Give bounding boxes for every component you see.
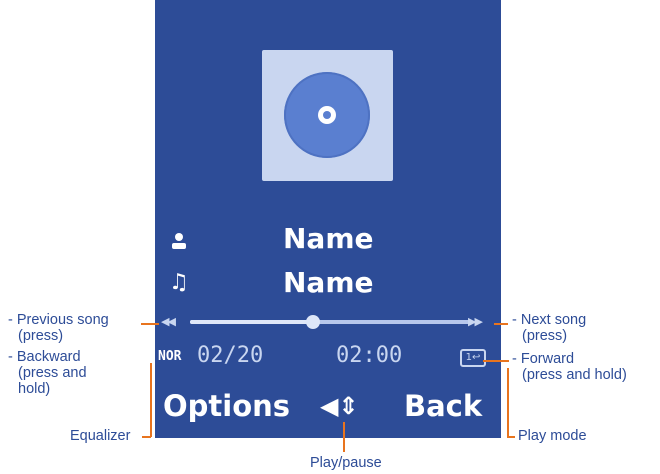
callout-play-pause: Play/pause (310, 455, 382, 471)
callout-backward: - Backward (press and hold) (8, 349, 87, 397)
callout-equalizer: Equalizer (70, 428, 131, 444)
callout-next-song: - Next song (press) (512, 312, 587, 344)
callout-line-playmode-h (507, 436, 515, 438)
fast-forward-icon[interactable]: ▶▶ (468, 315, 483, 328)
options-softkey[interactable]: Options (163, 389, 290, 423)
rewind-icon[interactable]: ◀◀ (161, 315, 176, 328)
callout-previous-song: - Previous song (press) (8, 312, 109, 344)
progress-bar[interactable] (190, 315, 470, 329)
track-name: Name (283, 266, 374, 299)
progress-fill (190, 320, 314, 324)
disc-icon (284, 72, 370, 158)
track-position: 02/20 (197, 343, 264, 368)
callout-line-playpause (343, 422, 345, 452)
callout-line-forward (483, 360, 509, 362)
callout-forward: - Forward (press and hold) (512, 351, 627, 383)
equalizer-mode: NOR (158, 349, 182, 364)
callout-play-mode: Play mode (518, 428, 587, 444)
artist-name: Name (283, 222, 374, 255)
elapsed-time: 02:00 (336, 343, 403, 368)
back-softkey[interactable]: Back (404, 389, 482, 423)
repeat-one-icon: 1↩ (460, 349, 486, 367)
callout-line-equalizer-v (150, 363, 152, 437)
callout-line-prev (141, 323, 159, 325)
person-icon (168, 230, 190, 257)
album-art (262, 50, 393, 181)
music-note-icon: ♫ (169, 270, 189, 295)
callout-line-playmode-v (507, 368, 509, 436)
play-pause-icon[interactable]: ◀⇕ (320, 392, 359, 420)
callout-line-next (494, 323, 508, 325)
